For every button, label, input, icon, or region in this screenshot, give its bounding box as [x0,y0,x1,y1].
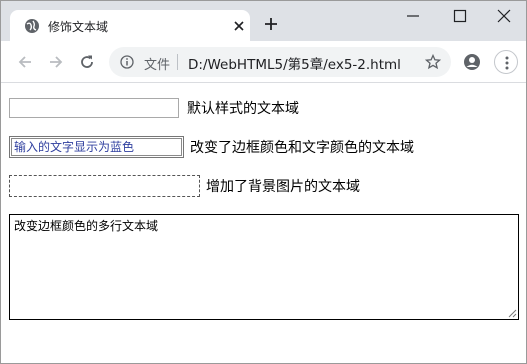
window-close-icon[interactable] [496,8,512,24]
tab-active[interactable]: 修饰文本域 [10,10,250,42]
plus-icon[interactable] [263,16,279,32]
back-arrow-icon[interactable] [16,53,34,71]
minimize-icon[interactable] [405,8,421,24]
resize-grip-icon[interactable] [508,309,517,318]
browser-toolbar: 文件 D:/WebHTML5/第5章/ex5-2.html [1,41,526,83]
address-bar[interactable]: 文件 D:/WebHTML5/第5章/ex5-2.html [109,47,451,77]
forward-arrow-icon[interactable] [47,53,65,71]
tab-title: 修饰文本域 [48,20,109,34]
profile-icon[interactable] [463,53,481,71]
omnibox-separator [177,54,178,70]
background-image-text-field[interactable] [9,175,200,197]
default-text-field[interactable] [9,98,179,118]
field-row-default: 默认样式的文本域 [9,98,329,120]
tab-strip: 修饰文本域 [1,1,526,42]
page-content: 默认样式的文本域 输入的文字显示为蓝色 改变了边框颜色和文字颜色的文本域 增加了… [1,83,526,362]
close-icon[interactable] [232,19,246,33]
info-icon[interactable] [120,55,134,69]
field-row-blue: 输入的文字显示为蓝色 改变了边框颜色和文字颜色的文本域 [9,136,459,158]
field-row-background: 增加了背景图片的文本域 [9,175,409,197]
blue-text-field-value: 输入的文字显示为蓝色 [11,138,182,156]
blue-text-field[interactable]: 输入的文字显示为蓝色 [9,136,184,158]
more-vert-icon [505,56,509,70]
background-field-label: 增加了背景图片的文本域 [206,179,360,195]
star-icon[interactable] [425,54,441,70]
globe-icon [25,19,39,33]
textarea-value: 改变边框颜色的多行文本域 [14,219,159,233]
maximize-icon[interactable] [452,8,468,24]
url-text[interactable]: D:/WebHTML5/第5章/ex5-2.html [188,53,401,73]
reload-icon[interactable] [78,53,96,71]
blue-field-label: 改变了边框颜色和文字颜色的文本域 [190,140,414,156]
default-field-label: 默认样式的文本域 [187,101,299,117]
more-menu-button[interactable] [494,50,518,74]
omnibox-file-label: 文件 [144,58,171,73]
multiline-textarea[interactable]: 改变边框颜色的多行文本域 [9,214,519,320]
